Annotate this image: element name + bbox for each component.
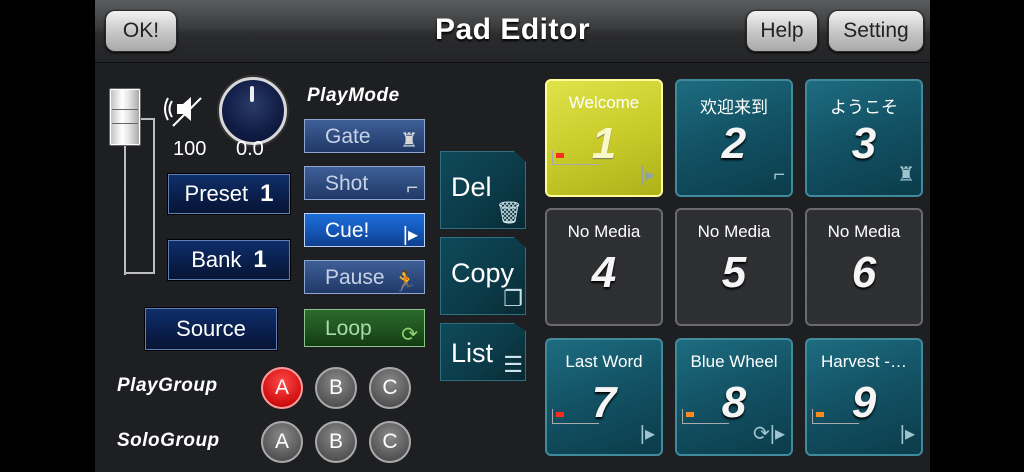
sologroup-b-button[interactable]: B: [315, 421, 357, 463]
playgroup-a-button[interactable]: A: [261, 367, 303, 409]
pad-9[interactable]: Harvest -… 9 |▸: [805, 338, 923, 456]
gate-label: Gate: [325, 125, 371, 148]
pad-title: Last Word: [565, 352, 643, 371]
sologroup-a-button[interactable]: A: [261, 421, 303, 463]
delete-label: Del: [451, 172, 492, 202]
pad-8[interactable]: Blue Wheel 8 ⟳|▸: [675, 338, 793, 456]
pad-number: 4: [591, 248, 617, 297]
copy-label: Copy: [451, 258, 515, 288]
pan-value: 0.0: [236, 138, 264, 160]
pan-knob[interactable]: [219, 77, 287, 145]
play-arrow-icon: |▸: [639, 423, 655, 445]
pause-mode-button[interactable]: Pause 🏃: [304, 260, 425, 294]
pad-2[interactable]: 欢迎来到 2 ⌐: [675, 79, 793, 197]
fader-knob[interactable]: [109, 88, 141, 146]
preset-button[interactable]: Preset 1: [168, 174, 290, 214]
pad-4[interactable]: No Media 4: [545, 208, 663, 326]
playmode-title: PlayMode: [307, 85, 400, 106]
setting-button[interactable]: Setting: [828, 10, 924, 52]
level-bar: [552, 409, 599, 424]
playgroup-title: PlayGroup: [117, 375, 218, 396]
pad-editor-app: OK! Pad Editor Help Setting 100 0.0 Pres…: [95, 0, 930, 472]
pause-label: Pause: [325, 266, 385, 289]
pad-number: 6: [851, 248, 877, 297]
sologroup-c-button[interactable]: C: [369, 421, 411, 463]
playgroup-c-button[interactable]: C: [369, 367, 411, 409]
pad-7[interactable]: Last Word 7 |▸: [545, 338, 663, 456]
runner-icon: 🏃: [393, 271, 418, 293]
gate-mode-button[interactable]: Gate ♜: [304, 119, 425, 153]
shot-label: Shot: [325, 172, 369, 195]
source-button[interactable]: Source: [145, 308, 277, 350]
pad-title: Harvest -…: [821, 352, 907, 371]
delete-button[interactable]: Del 🗑: [440, 151, 526, 229]
bank-label: Bank: [191, 247, 242, 272]
sologroup-title: SoloGroup: [117, 430, 220, 451]
help-button[interactable]: Help: [746, 10, 818, 52]
pad-3[interactable]: ようこそ 3 ♜: [805, 79, 923, 197]
play-arrow-icon: |▸: [899, 423, 915, 445]
pad-title: Blue Wheel: [690, 352, 778, 371]
pad-title: No Media: [567, 222, 641, 241]
bank-button[interactable]: Bank 1: [168, 240, 290, 280]
pad-title: No Media: [697, 222, 771, 241]
level-bar: [682, 409, 729, 424]
lantern-icon: ♜: [400, 130, 418, 152]
pad-number: 5: [721, 248, 747, 297]
copy-button[interactable]: Copy ❐: [440, 237, 526, 315]
gun-icon: ⌐: [773, 164, 785, 186]
pad-title: 欢迎来到: [700, 98, 768, 117]
list-button[interactable]: List ☰: [440, 323, 526, 381]
loop-mode-button[interactable]: Loop ⟳: [304, 309, 425, 347]
copy-icon: ❐: [503, 286, 523, 311]
cue-label: Cue!: [325, 219, 370, 242]
bank-number: 1: [253, 246, 267, 273]
playgroup-b-button[interactable]: B: [315, 367, 357, 409]
pad-title: Welcome: [568, 93, 640, 112]
trash-icon: 🗑: [495, 200, 523, 225]
pad-title: ようこそ: [830, 98, 898, 117]
header-bar: OK! Pad Editor Help Setting: [95, 0, 930, 63]
play-arrow-icon: |▸: [402, 224, 418, 246]
loop-label: Loop: [325, 317, 372, 340]
level-bar: [812, 409, 859, 424]
preset-number: 1: [260, 180, 274, 207]
lantern-icon: ♜: [897, 164, 915, 186]
level-bar: [552, 150, 599, 165]
play-arrow-icon: |▸: [639, 164, 655, 186]
gun-icon: ⌐: [406, 177, 418, 199]
pad-6[interactable]: No Media 6: [805, 208, 923, 326]
list-icon: ☰: [503, 352, 523, 377]
pad-5[interactable]: No Media 5: [675, 208, 793, 326]
pad-1[interactable]: Welcome 1 |▸: [545, 79, 663, 197]
cue-mode-button[interactable]: Cue! |▸: [304, 213, 425, 247]
pad-title: No Media: [827, 222, 901, 241]
pad-number: 2: [721, 119, 747, 168]
shot-mode-button[interactable]: Shot ⌐: [304, 166, 425, 200]
speaker-icon: [164, 97, 202, 127]
preset-label: Preset: [184, 181, 249, 206]
loop-play-icon: ⟳|▸: [753, 423, 785, 445]
volume-value: 100: [173, 138, 207, 160]
list-label: List: [451, 338, 494, 368]
loop-icon: ⟳: [401, 324, 418, 346]
